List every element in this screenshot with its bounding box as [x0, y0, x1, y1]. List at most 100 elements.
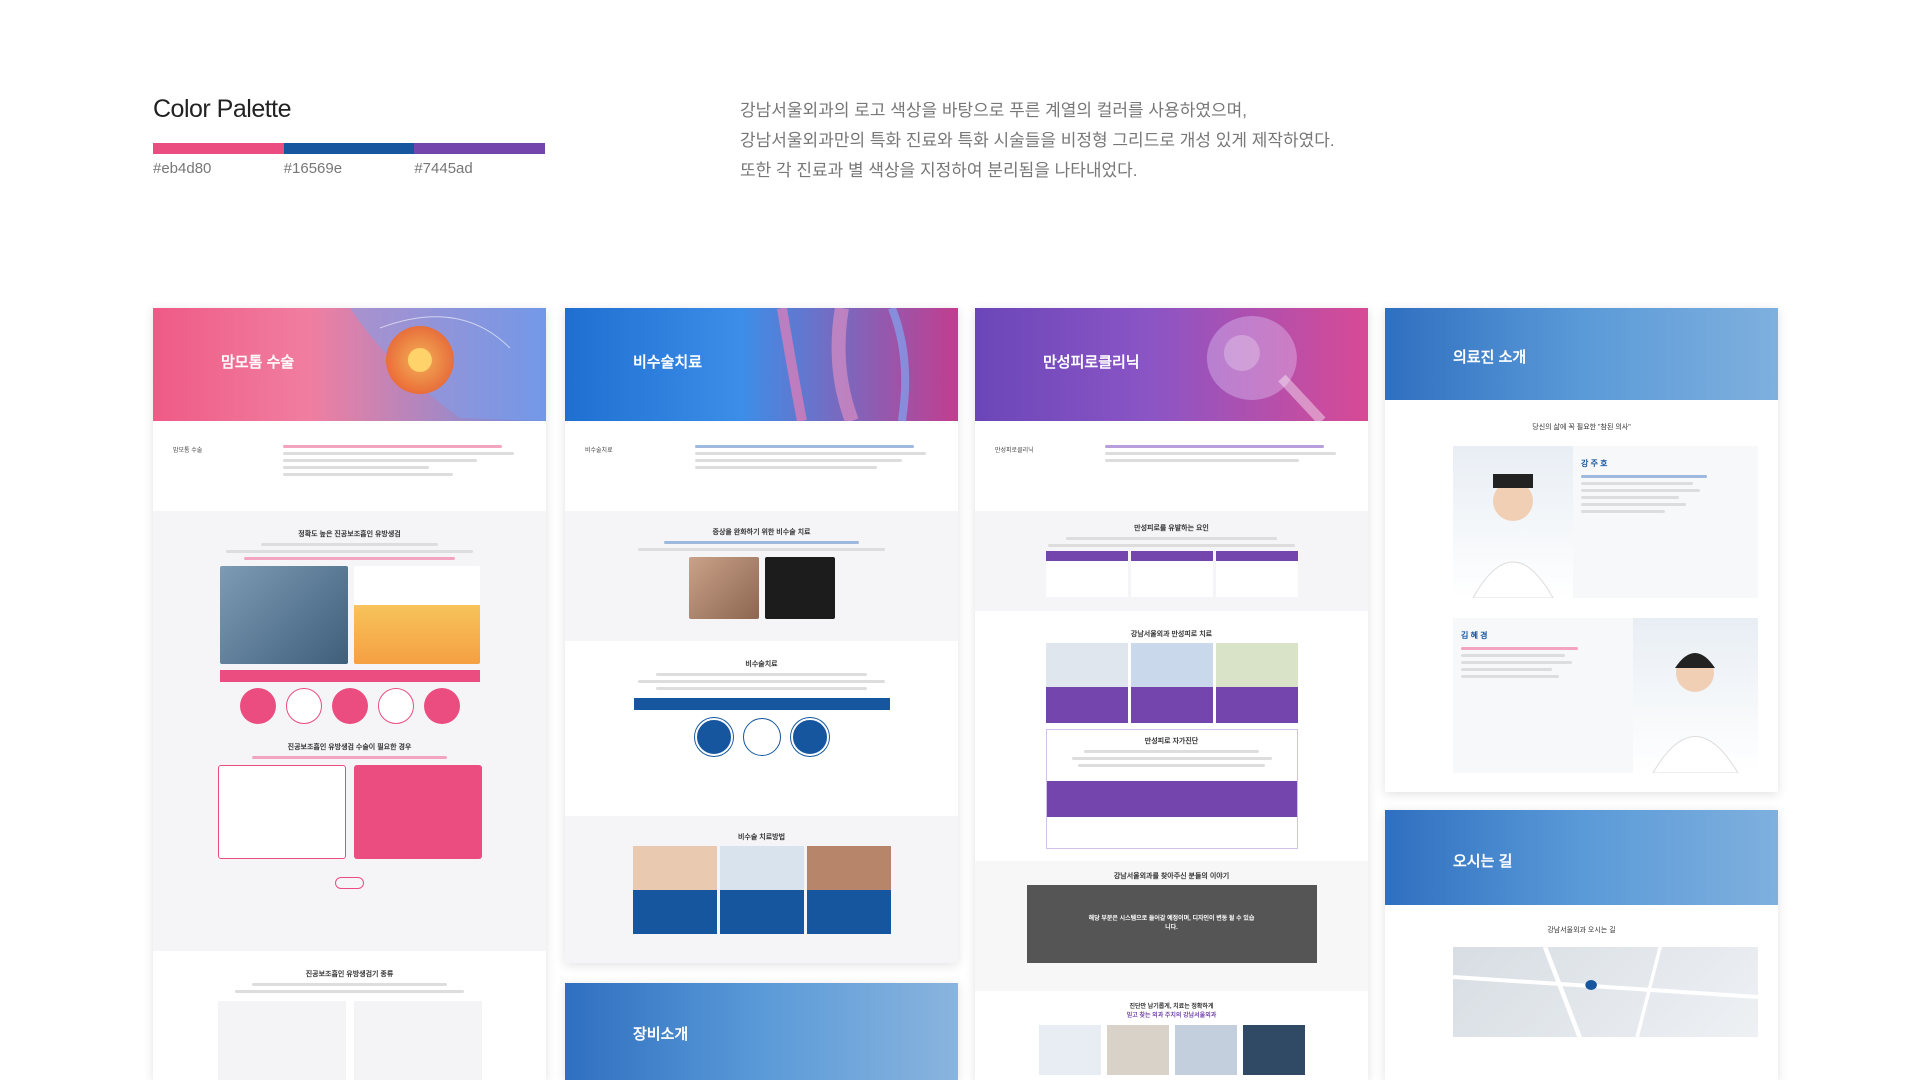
page-preview-directions: 오시는 길 강남서울외과 오시는 길 [1385, 810, 1778, 1080]
device-card [217, 1001, 346, 1080]
case-box [353, 765, 482, 859]
section-title: 만성피로 자가진단 [1144, 738, 1199, 745]
intro-section: 맘모톰 수술 [153, 421, 546, 511]
treatment-card [1045, 643, 1128, 723]
color-code: #7445ad [414, 160, 473, 177]
treatment-card [1130, 643, 1213, 723]
directions-subtitle: 강남서울외과 오시는 길 [1547, 927, 1616, 934]
section-label: 맘모톰 수술 [173, 448, 203, 454]
section-title: 진공보조흡인 유방생검기 종류 [305, 971, 394, 978]
pink-banner [219, 670, 480, 682]
feature-circles [173, 688, 526, 724]
map-roads [1452, 946, 1759, 1038]
nonsurgical-section: 비수술치료 [565, 641, 958, 816]
feature-circle [377, 688, 414, 724]
section-title: 비수술 치료방법 [737, 834, 786, 841]
cause-card [1130, 551, 1213, 597]
section-text [173, 756, 526, 759]
treatment-section: 강남서울외과 만성피로 치료 만성피로 자가진단 [975, 611, 1368, 861]
color-code: #16569e [283, 160, 343, 177]
feature-circle [423, 688, 460, 724]
swatch-purple [414, 143, 546, 154]
cause-card [1215, 551, 1298, 597]
hero-title: 오시는 길 [1453, 853, 1513, 870]
portfolio-page: Color Palette #eb4d80 #16569e #7445ad 강남… [0, 0, 1920, 1080]
feature-circle [285, 688, 322, 724]
section-title: 비수술치료 [745, 661, 778, 668]
section-text [173, 543, 526, 560]
color-palette-bar [153, 143, 546, 154]
method-card [806, 846, 891, 934]
skeleton-illustration [1207, 316, 1326, 421]
doctor-photo [1633, 618, 1758, 774]
review-placeholder-text: 해당 부분은 시스템으로 들어갈 예정이며, 디자인이 변동 될 수 있습니다. [1088, 916, 1255, 931]
swatch-blue [283, 143, 415, 154]
bottom-line1: 진단만 남기롭게, 치료는 정확하게 [1129, 1004, 1214, 1010]
doctor-photo [1453, 446, 1573, 599]
clinic-photo [1174, 1025, 1237, 1075]
leg-photo [688, 557, 759, 619]
surgery-photo [219, 566, 348, 664]
section-text [995, 537, 1348, 547]
step-circle [742, 718, 781, 756]
doctor-name: 김 혜 경 [1461, 631, 1488, 640]
causes-section: 만성피로를 유발하는 요인 [975, 511, 1368, 611]
intro-text [1105, 441, 1348, 501]
hero-banner: 만성피로클리닉 [975, 308, 1368, 421]
section-text [173, 983, 526, 993]
section-label: 비수술치료 [585, 448, 613, 454]
doctor-card: 김 혜 경 [1453, 618, 1758, 774]
cause-card [1045, 551, 1128, 597]
case-box [217, 765, 346, 859]
description: 강남서울외과의 로고 색상을 바탕으로 푸른 계열의 컬러를 사용하였으며, 강… [740, 96, 1335, 186]
device-card [353, 1001, 482, 1080]
hero-title: 의료진 소개 [1453, 349, 1527, 366]
page-preview-varicose: 비수술치료 비수술치료 증상을 완화하기 위한 비수술 치료 비수술치료 비수술… [565, 308, 958, 963]
intro-text [695, 441, 938, 501]
biopsy-section: 정확도 높은 진공보조흡인 유방생검 진공보조흡인 유방생검 수술이 필요한 경… [153, 511, 546, 951]
intro-section: 비수술치료 [565, 421, 958, 511]
hero-banner: 의료진 소개 [1385, 308, 1778, 400]
description-line: 강남서울외과의 로고 색상을 바탕으로 푸른 계열의 컬러를 사용하였으며, [740, 101, 1247, 120]
doctor-card: 강 주 호 [1453, 446, 1758, 599]
doctor-name: 강 주 호 [1581, 459, 1608, 468]
page-preview-fatigue: 만성피로클리닉 만성피로클리닉 만성피로를 유발하는 요인 강남서울외과 만성피… [975, 308, 1368, 1080]
section-title: 강남서울외과 만성피로 치료 [1130, 631, 1213, 638]
clinic-photo [1242, 1025, 1305, 1075]
intro-section: 만성피로클리닉 [975, 421, 1368, 511]
map[interactable] [1452, 946, 1759, 1038]
hero-text [221, 372, 331, 379]
equipment-section: 진공보조흡인 유방생검기 종류 [153, 951, 546, 1080]
hero-title: 비수술치료 [633, 354, 703, 371]
breast-illustration [350, 308, 546, 421]
hero-title: 장비소개 [633, 1026, 689, 1043]
feature-circle [331, 688, 368, 724]
section-text [585, 673, 938, 690]
hero-title: 만성피로클리닉 [1043, 354, 1140, 371]
section-title: 정확도 높은 진공보조흡인 유방생검 [298, 531, 401, 538]
reviews-section: 강남서울외과를 찾아주신 분들의 이야기 해당 부분은 시스템으로 들어갈 예정… [975, 861, 1368, 991]
step-circle [790, 718, 829, 756]
leg-vein-illustration [777, 308, 910, 421]
hero-banner: 오시는 길 [1385, 810, 1778, 905]
blue-banner [633, 698, 890, 710]
bottom-section: 진단만 남기롭게, 치료는 정확하게 믿고 찾는 외과 주치의 강남서울외과 [975, 991, 1368, 1080]
method-card [719, 846, 804, 934]
description-line: 강남서울외과만의 특화 진료와 특화 시술들을 비정형 그리드로 개성 있게 제… [740, 131, 1335, 150]
color-code: #eb4d80 [153, 160, 212, 177]
tissue-illustration [353, 566, 480, 664]
page-preview-equipment: 장비소개 [565, 983, 958, 1080]
section-title: 만성피로를 유발하는 요인 [1134, 525, 1209, 532]
section-title: 증상을 완화하기 위한 비수술 치료 [712, 529, 811, 536]
doctor-photo [1038, 1025, 1101, 1075]
device-photo [764, 557, 835, 619]
hero-title: 맘모톰 수술 [221, 354, 295, 371]
feature-circle [239, 688, 276, 724]
page-preview-breast: 맘모톰 수술 맘모톰 수술 정확도 높은 진공보조흡인 유방생검 진공보조흡인 … [153, 308, 546, 1080]
page-preview-doctors: 의료진 소개 당신의 삶에 꼭 필요한 "참된 의사" 강 주 호 김 혜 경 [1385, 308, 1778, 792]
section-label: 만성피로클리닉 [995, 448, 1034, 454]
hero-banner: 비수술치료 [565, 308, 958, 421]
consult-button[interactable] [334, 877, 365, 889]
doctors-intro: 당신의 삶에 꼭 필요한 "참된 의사" [1532, 424, 1631, 431]
section-title: 강남서울외과를 찾아주신 분들의 이야기 [1113, 873, 1230, 880]
